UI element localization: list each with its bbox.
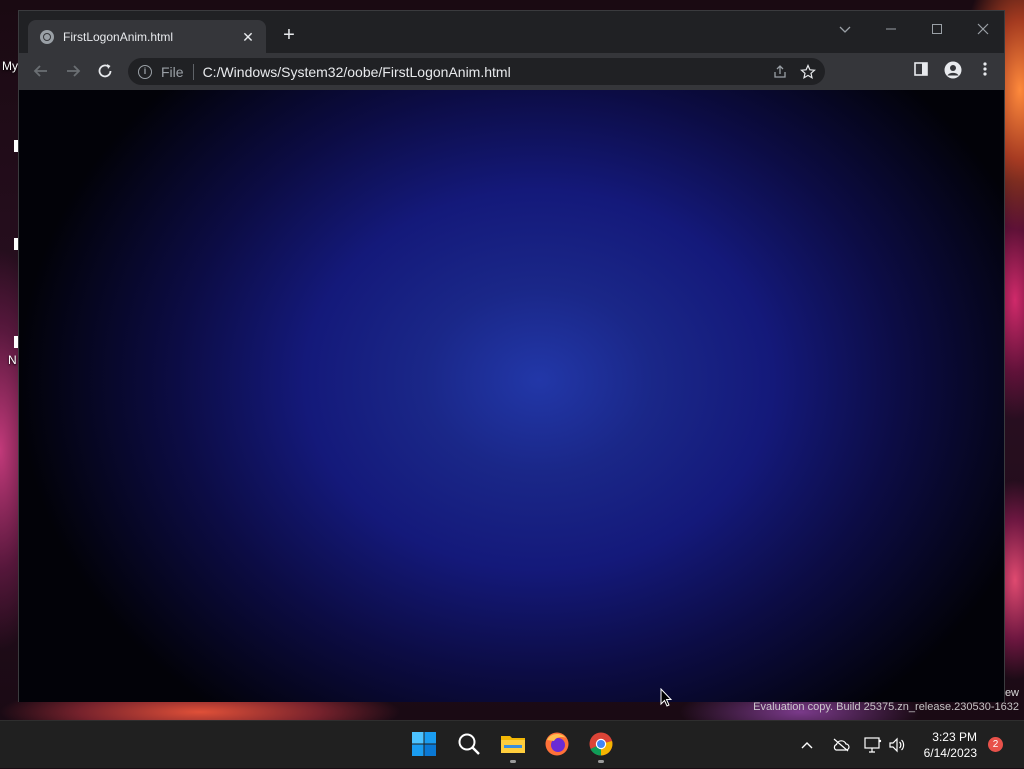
desktop-icon-label[interactable]: My: [2, 59, 18, 73]
firefox-button[interactable]: [544, 731, 570, 757]
minimize-button[interactable]: [876, 17, 906, 41]
close-icon: [977, 23, 989, 35]
cloud-off-icon: [833, 738, 850, 752]
chevron-up-icon: [801, 742, 813, 749]
reload-button[interactable]: [95, 61, 115, 81]
menu-button[interactable]: [974, 61, 996, 83]
clock-date: 6/14/2023: [923, 746, 977, 760]
star-icon: [800, 63, 816, 79]
reload-icon: [98, 64, 112, 78]
arrow-left-icon: [33, 65, 47, 77]
address-bar[interactable]: i File C:/Windows/System32/oobe/FirstLog…: [128, 58, 825, 85]
info-icon[interactable]: i: [138, 64, 152, 79]
tab-firstlogonanim[interactable]: FirstLogonAnim.html ✕: [28, 20, 266, 53]
tab-close-button[interactable]: ✕: [240, 29, 256, 45]
evaluation-watermark: Evaluation copy. Build 25375.zn_release.…: [753, 701, 1019, 713]
chrome-button[interactable]: [588, 731, 614, 757]
browser-toolbar: i File C:/Windows/System32/oobe/FirstLog…: [19, 53, 1004, 90]
firefox-icon: [545, 732, 569, 756]
speaker-icon: [889, 737, 905, 753]
chevron-down-icon: [839, 26, 851, 33]
folder-icon: [501, 736, 525, 753]
divider: [192, 63, 194, 80]
forward-button[interactable]: [63, 61, 83, 81]
windows-logo-icon: [412, 732, 436, 756]
show-hidden-icons-button[interactable]: [800, 721, 820, 769]
tab-search-button[interactable]: [830, 17, 860, 41]
share-icon: [774, 64, 786, 78]
start-button[interactable]: [411, 731, 437, 757]
onedrive-tray-button[interactable]: [832, 721, 852, 769]
mouse-cursor-icon: [660, 688, 672, 707]
chrome-icon: [589, 732, 613, 756]
running-indicator: [598, 760, 604, 763]
minimize-icon: [886, 28, 896, 30]
file-explorer-button[interactable]: [500, 731, 526, 757]
browser-window: FirstLogonAnim.html ✕ + i File C:/Window…: [18, 10, 1005, 702]
title-bar: FirstLogonAnim.html ✕ +: [19, 11, 1004, 53]
back-button[interactable]: [31, 61, 51, 81]
side-panel-button[interactable]: [910, 61, 932, 83]
running-indicator: [510, 760, 516, 763]
close-window-button[interactable]: [968, 17, 998, 41]
network-icon: [864, 737, 882, 753]
watermark-fragment: ew: [1004, 687, 1019, 699]
tab-title: FirstLogonAnim.html: [63, 29, 174, 44]
url-scheme-label: File: [161, 63, 184, 80]
taskbar: 3:23 PM 6/14/2023: [0, 720, 1024, 768]
side-panel-icon: [914, 62, 928, 76]
profile-button[interactable]: [942, 61, 964, 83]
desktop-icon-label[interactable]: N: [8, 353, 17, 367]
notification-badge[interactable]: 2: [988, 737, 1003, 752]
clock-button[interactable]: 3:23 PM 6/14/2023: [921, 729, 977, 761]
avatar-icon: [944, 61, 962, 79]
bookmark-button[interactable]: [797, 61, 819, 83]
globe-icon: [40, 29, 54, 44]
maximize-icon: [932, 24, 942, 34]
more-vert-icon: [983, 62, 987, 76]
arrow-right-icon: [67, 65, 81, 77]
page-content-animation: [19, 90, 1004, 702]
share-button[interactable]: [769, 61, 791, 83]
search-button[interactable]: [456, 731, 482, 757]
maximize-button[interactable]: [922, 17, 952, 41]
volume-tray-button[interactable]: [888, 721, 908, 769]
url-text[interactable]: C:/Windows/System32/oobe/FirstLogonAnim.…: [203, 64, 769, 80]
network-tray-button[interactable]: [864, 721, 884, 769]
new-tab-button[interactable]: +: [279, 25, 299, 45]
search-icon: [458, 733, 480, 755]
clock-time: 3:23 PM: [932, 730, 977, 744]
